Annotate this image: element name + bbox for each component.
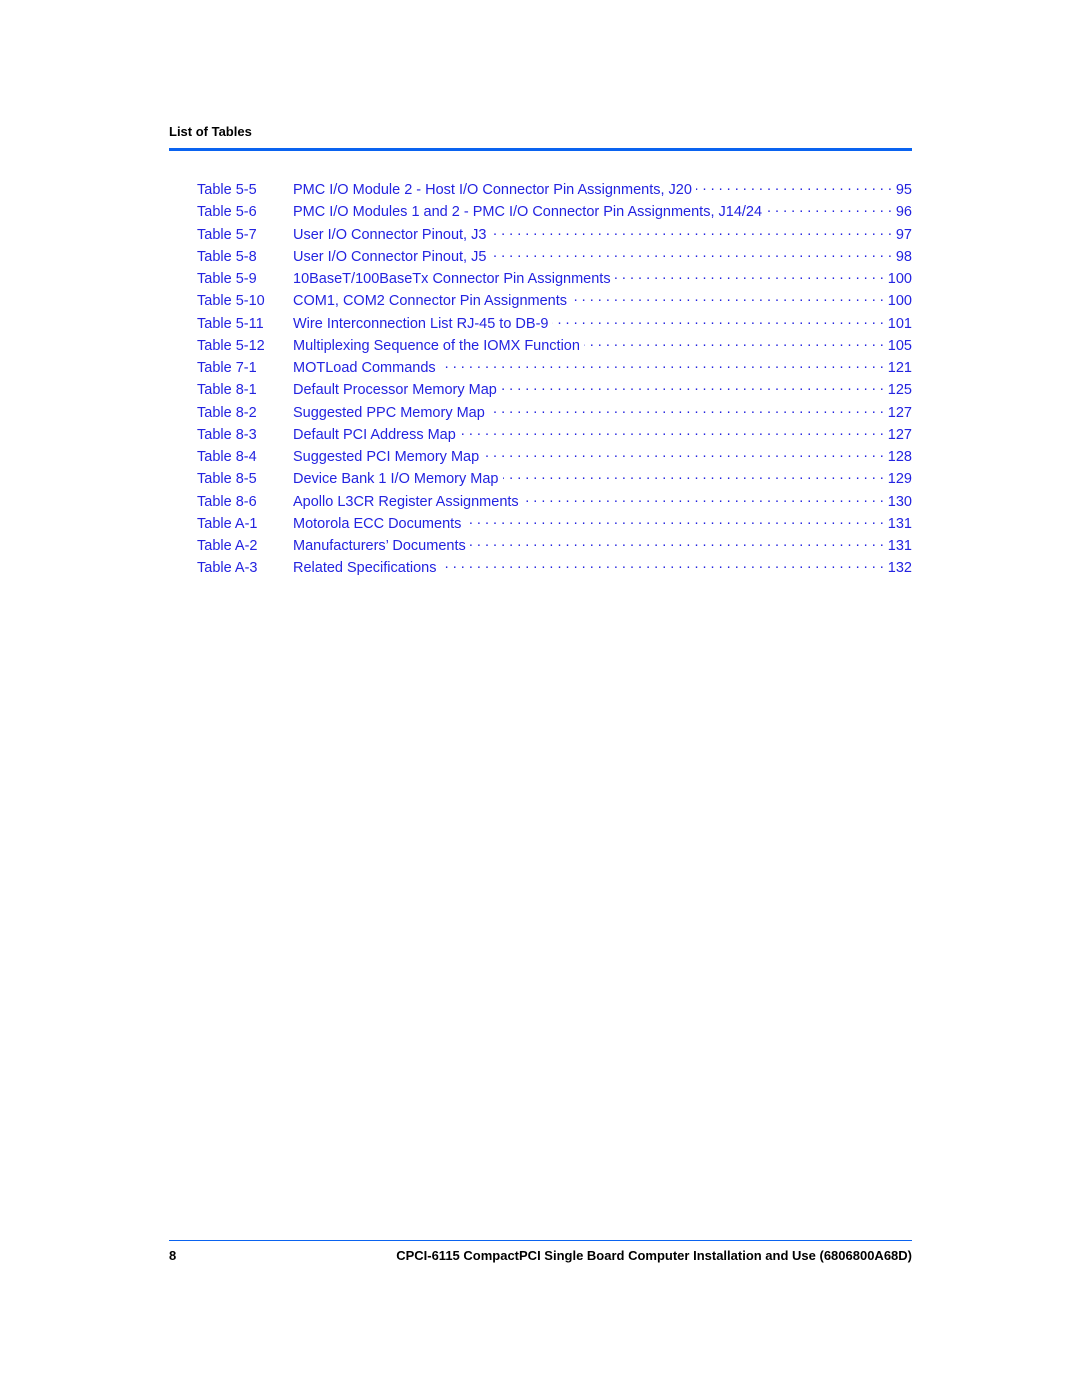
toc-entry-number[interactable]: Table 5-11 (197, 316, 293, 332)
toc-entry[interactable]: Table 8-3Default PCI Address Map 127 (197, 423, 912, 445)
toc-entry-page[interactable]: 129 (884, 471, 912, 487)
dot-leader (490, 245, 891, 261)
toc-entry-page[interactable]: 97 (892, 227, 912, 243)
dot-leader (470, 534, 884, 550)
header-divider (169, 148, 912, 151)
toc-entry-number[interactable]: Table 5-7 (197, 227, 293, 243)
dot-leader (584, 334, 884, 350)
toc-entry-page[interactable]: 121 (884, 360, 912, 376)
dot-leader (523, 490, 884, 506)
toc-entry-title[interactable]: PMC I/O Modules 1 and 2 - PMC I/O Connec… (293, 204, 766, 220)
toc-entry-number[interactable]: Table 8-2 (197, 405, 293, 421)
toc-entry-number[interactable]: Table A-2 (197, 538, 293, 554)
toc-entry-title[interactable]: Manufacturers’ Documents (293, 538, 470, 554)
toc-entry[interactable]: Table 8-1Default Processor Memory Map 125 (197, 378, 912, 400)
toc-entry-title[interactable]: COM1, COM2 Connector Pin Assignments (293, 293, 571, 309)
dot-leader (503, 467, 884, 483)
toc-entry-number[interactable]: Table 8-4 (197, 449, 293, 465)
toc-entry-number[interactable]: Table 7-1 (197, 360, 293, 376)
toc-entry-title[interactable]: Related Specifications (293, 560, 440, 576)
document-title: CPCI-6115 CompactPCI Single Board Comput… (396, 1248, 912, 1263)
toc-entry-title[interactable]: Wire Interconnection List RJ-45 to DB-9 (293, 316, 552, 332)
table-of-contents: Table 5-5 PMC I/O Module 2 - Host I/O Con… (197, 178, 912, 579)
toc-entry-title[interactable]: PMC I/O Module 2 - Host I/O Connector Pi… (293, 182, 696, 198)
dot-leader (552, 312, 883, 328)
toc-entry[interactable]: Table 5-7User I/O Connector Pinout, J3 97 (197, 223, 912, 245)
dot-leader (766, 200, 892, 216)
toc-entry[interactable]: Table 5-9 10BaseT/100BaseTx Connector Pin… (197, 267, 912, 289)
dot-leader (465, 512, 883, 528)
toc-entry-page[interactable]: 130 (884, 494, 912, 510)
toc-entry-title[interactable]: Motorola ECC Documents (293, 516, 465, 532)
toc-entry[interactable]: Table 5-10 COM1, COM2 Connector Pin Assig… (197, 289, 912, 311)
dot-leader (440, 556, 883, 572)
dot-leader (571, 289, 884, 305)
toc-entry[interactable]: Table 5-12 Multiplexing Sequence of the I… (197, 334, 912, 356)
toc-entry-page[interactable]: 98 (892, 249, 912, 265)
toc-entry-page[interactable]: 95 (892, 182, 912, 198)
toc-entry-page[interactable]: 132 (884, 560, 912, 576)
toc-entry[interactable]: Table 5-8User I/O Connector Pinout, J5 98 (197, 245, 912, 267)
toc-entry-title[interactable]: 10BaseT/100BaseTx Connector Pin Assignme… (293, 271, 615, 287)
toc-entry-number[interactable]: Table 5-12 (197, 338, 293, 354)
footer-divider (169, 1240, 912, 1241)
dot-leader (696, 178, 892, 194)
dot-leader (501, 378, 884, 394)
toc-entry-page[interactable]: 127 (884, 405, 912, 421)
page-number: 8 (169, 1248, 177, 1263)
toc-entry-title[interactable]: User I/O Connector Pinout, J3 (293, 227, 490, 243)
toc-entry-number[interactable]: Table 8-5 (197, 471, 293, 487)
toc-entry-number[interactable]: Table A-3 (197, 560, 293, 576)
toc-entry[interactable]: Table A-2Manufacturers’ Documents 131 (197, 534, 912, 556)
toc-entry-page[interactable]: 131 (884, 516, 912, 532)
dot-leader (490, 223, 891, 239)
dot-leader (489, 401, 884, 417)
toc-entry-page[interactable]: 96 (892, 204, 912, 220)
toc-entry-title[interactable]: Device Bank 1 I/O Memory Map (293, 471, 503, 487)
toc-entry-title[interactable]: Apollo L3CR Register Assignments (293, 494, 523, 510)
toc-entry-page[interactable]: 125 (884, 382, 912, 398)
toc-entry-number[interactable]: Table 8-1 (197, 382, 293, 398)
toc-entry-title[interactable]: Multiplexing Sequence of the IOMX Functi… (293, 338, 584, 354)
toc-entry-title[interactable]: Default PCI Address Map (293, 427, 460, 443)
toc-entry-number[interactable]: Table 5-6 (197, 204, 293, 220)
toc-entry[interactable]: Table 8-2Suggested PPC Memory Map 127 (197, 401, 912, 423)
toc-entry-number[interactable]: Table 5-8 (197, 249, 293, 265)
toc-entry-number[interactable]: Table 8-3 (197, 427, 293, 443)
toc-entry-page[interactable]: 128 (884, 449, 912, 465)
toc-entry[interactable]: Table A-1Motorola ECC Documents 131 (197, 512, 912, 534)
toc-entry-page[interactable]: 127 (884, 427, 912, 443)
toc-entry[interactable]: Table 5-6 PMC I/O Modules 1 and 2 - PMC I… (197, 200, 912, 222)
toc-entry-number[interactable]: Table 5-5 (197, 182, 293, 198)
toc-entry[interactable]: Table 8-5Device Bank 1 I/O Memory Map 129 (197, 467, 912, 489)
toc-entry-title[interactable]: MOTLoad Commands (293, 360, 440, 376)
toc-entry[interactable]: Table A-3Related Specifications 132 (197, 556, 912, 578)
toc-entry-title[interactable]: Suggested PCI Memory Map (293, 449, 483, 465)
dot-leader (483, 445, 884, 461)
toc-entry-page[interactable]: 105 (884, 338, 912, 354)
toc-entry[interactable]: Table 8-4Suggested PCI Memory Map 128 (197, 445, 912, 467)
toc-entry-title[interactable]: User I/O Connector Pinout, J5 (293, 249, 490, 265)
toc-entry[interactable]: Table 5-5 PMC I/O Module 2 - Host I/O Con… (197, 178, 912, 200)
toc-entry[interactable]: Table 5-11 Wire Interconnection List RJ-4… (197, 312, 912, 334)
toc-entry-page[interactable]: 131 (884, 538, 912, 554)
dot-leader (460, 423, 884, 439)
toc-entry-page[interactable]: 100 (884, 271, 912, 287)
toc-entry-page[interactable]: 100 (884, 293, 912, 309)
dot-leader (440, 356, 884, 372)
dot-leader (615, 267, 884, 283)
toc-entry-title[interactable]: Default Processor Memory Map (293, 382, 501, 398)
toc-entry[interactable]: Table 8-6 Apollo L3CR Register Assignment… (197, 490, 912, 512)
toc-entry-title[interactable]: Suggested PPC Memory Map (293, 405, 489, 421)
toc-entry[interactable]: Table 7-1MOTLoad Commands 121 (197, 356, 912, 378)
toc-entry-number[interactable]: Table A-1 (197, 516, 293, 532)
toc-entry-number[interactable]: Table 5-9 (197, 271, 293, 287)
toc-entry-page[interactable]: 101 (884, 316, 912, 332)
toc-entry-number[interactable]: Table 8-6 (197, 494, 293, 510)
section-title: List of Tables (169, 124, 252, 139)
toc-entry-number[interactable]: Table 5-10 (197, 293, 293, 309)
